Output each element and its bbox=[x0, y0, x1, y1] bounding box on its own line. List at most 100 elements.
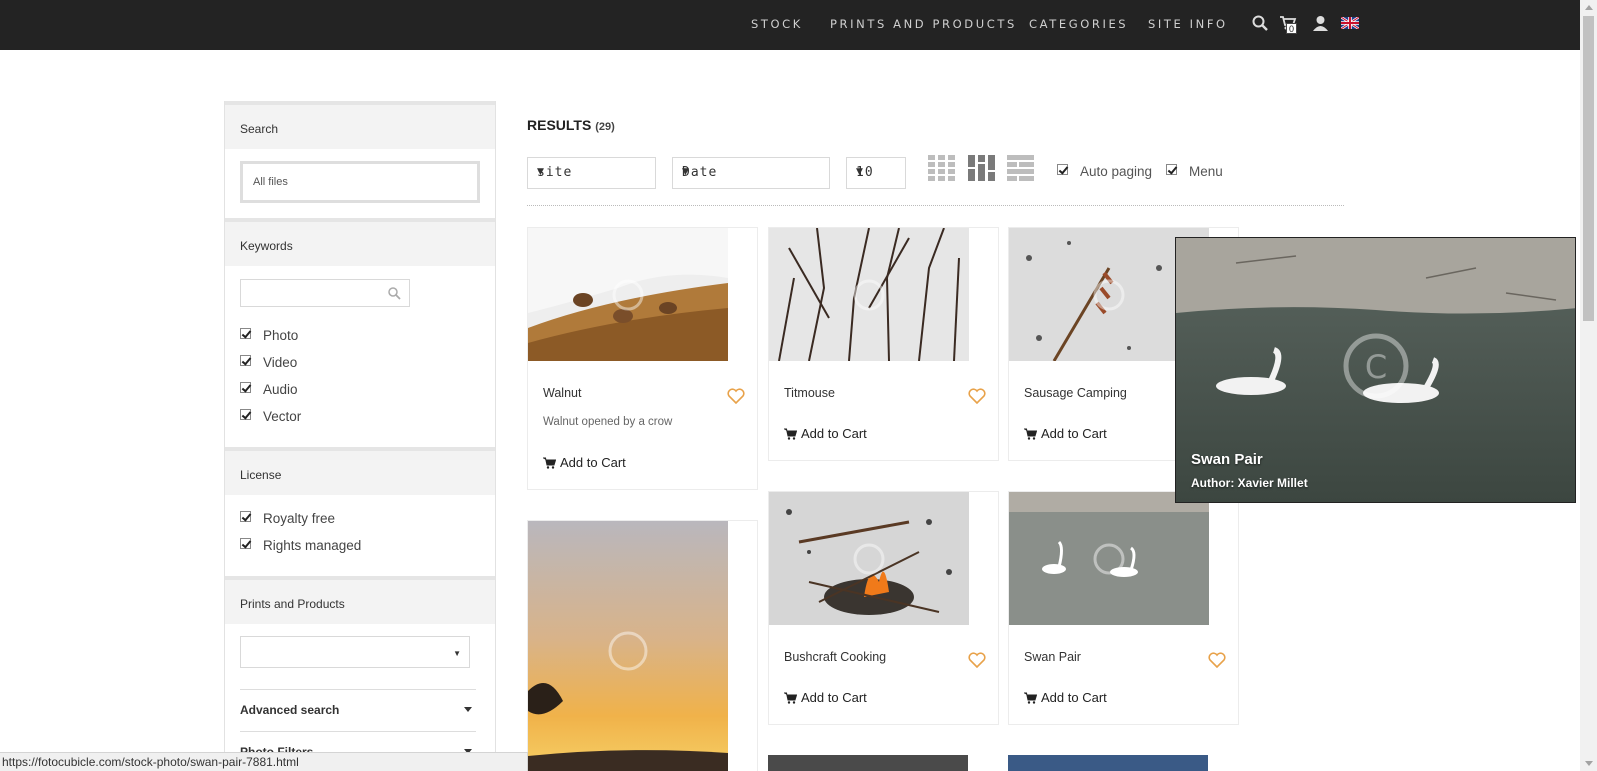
dropdown-caret-icon: ▼ bbox=[682, 167, 689, 177]
cart-icon bbox=[1024, 692, 1037, 704]
filter-royalty-free-label: Royalty free bbox=[263, 511, 336, 526]
filter-sidebar: Search Keywords Photo Video Audio Vector… bbox=[224, 101, 496, 771]
vertical-scrollbar[interactable] bbox=[1580, 0, 1597, 771]
checkbox[interactable] bbox=[240, 408, 251, 420]
photo-thumbnail-bushcraft-cooking[interactable] bbox=[769, 492, 969, 625]
auto-paging-label: Auto paging bbox=[1080, 164, 1153, 179]
nav-categories[interactable]: CATEGORIES bbox=[1029, 17, 1128, 31]
card-title[interactable]: Titmouse bbox=[784, 386, 835, 400]
card-title[interactable]: Bushcraft Cooking bbox=[784, 650, 886, 664]
result-card[interactable] bbox=[768, 755, 968, 771]
cart-icon bbox=[784, 428, 797, 440]
filter-audio[interactable]: Audio bbox=[240, 381, 298, 397]
add-to-cart-label: Add to Cart bbox=[560, 455, 626, 470]
checkbox[interactable] bbox=[240, 381, 251, 393]
result-card[interactable]: Titmouse Add to Cart bbox=[768, 227, 999, 461]
card-title[interactable]: Sausage Camping bbox=[1024, 386, 1127, 400]
photo-thumbnail-walnut[interactable] bbox=[528, 228, 728, 361]
search-input[interactable] bbox=[243, 164, 477, 200]
cart-count-badge: 0 bbox=[1286, 23, 1297, 34]
search-field[interactable] bbox=[240, 161, 480, 203]
keywords-heading: Keywords bbox=[240, 239, 293, 253]
per-page-select[interactable]: 10 ▼ bbox=[846, 157, 906, 189]
masonry-view-icon[interactable] bbox=[968, 155, 995, 186]
add-to-cart-button[interactable]: Add to Cart bbox=[543, 455, 626, 470]
search-section-header: Search bbox=[225, 101, 495, 149]
scroll-up-icon[interactable] bbox=[1585, 5, 1593, 10]
dropdown-caret-icon: ▼ bbox=[537, 167, 544, 177]
filter-video-label: Video bbox=[263, 355, 298, 370]
user-icon[interactable] bbox=[1313, 15, 1328, 36]
heart-icon[interactable] bbox=[1208, 652, 1226, 673]
photo-thumbnail-titmouse[interactable] bbox=[769, 228, 969, 361]
filter-rights-managed[interactable]: Rights managed bbox=[240, 537, 362, 553]
filter-photo[interactable]: Photo bbox=[240, 327, 298, 343]
sort-select[interactable]: Date ▼ bbox=[672, 157, 830, 189]
result-card[interactable] bbox=[527, 520, 758, 771]
scroll-down-icon[interactable] bbox=[1585, 761, 1593, 766]
add-to-cart-button[interactable]: Add to Cart bbox=[1024, 690, 1107, 705]
site-filter-select[interactable]: site ▼ bbox=[527, 157, 656, 189]
search-heading: Search bbox=[240, 122, 279, 136]
cart-icon bbox=[543, 457, 556, 469]
filter-video[interactable]: Video bbox=[240, 354, 298, 370]
filter-royalty-free[interactable]: Royalty free bbox=[240, 510, 336, 526]
dropdown-caret-icon: ▼ bbox=[453, 649, 461, 658]
filter-rights-managed-label: Rights managed bbox=[263, 538, 362, 553]
card-title[interactable]: Swan Pair bbox=[1024, 650, 1081, 664]
filter-vector[interactable]: Vector bbox=[240, 408, 302, 424]
checkbox[interactable] bbox=[240, 537, 251, 549]
checkbox[interactable] bbox=[1166, 163, 1177, 175]
status-bar-url: https://fotocubicle.com/stock-photo/swan… bbox=[0, 752, 528, 771]
heart-icon[interactable] bbox=[968, 652, 986, 673]
checkbox[interactable] bbox=[1057, 163, 1068, 175]
license-heading: License bbox=[240, 468, 282, 482]
photo-thumbnail-sunset[interactable] bbox=[528, 521, 728, 771]
nav-site-info[interactable]: SITE INFO bbox=[1148, 17, 1228, 31]
image-preview-popup: C Swan Pair Author: Xavier Millet bbox=[1175, 237, 1576, 503]
add-to-cart-label: Add to Cart bbox=[1041, 690, 1107, 705]
photo-thumbnail-swan-pair[interactable] bbox=[1009, 492, 1209, 625]
heart-icon[interactable] bbox=[968, 388, 986, 409]
result-card[interactable]: Walnut Walnut opened by a crow Add to Ca… bbox=[527, 227, 758, 490]
add-to-cart-label: Add to Cart bbox=[801, 690, 867, 705]
grid-view-icon[interactable] bbox=[928, 155, 955, 186]
keyword-input[interactable] bbox=[240, 279, 410, 307]
card-description: Walnut opened by a crow bbox=[543, 416, 673, 428]
popup-title: Swan Pair bbox=[1191, 451, 1263, 468]
svg-text:C: C bbox=[1365, 348, 1387, 386]
dropdown-caret-icon: ▼ bbox=[856, 167, 863, 177]
auto-paging-option[interactable]: Auto paging bbox=[1057, 163, 1153, 179]
menu-label: Menu bbox=[1189, 164, 1223, 179]
advanced-search-toggle[interactable]: Advanced search bbox=[240, 689, 476, 729]
add-to-cart-button[interactable]: Add to Cart bbox=[784, 426, 867, 441]
nav-stock[interactable]: STOCK bbox=[751, 17, 803, 31]
search-icon[interactable] bbox=[388, 287, 401, 305]
chevron-down-icon bbox=[464, 707, 472, 712]
checkbox[interactable] bbox=[240, 510, 251, 522]
scrollbar-thumb[interactable] bbox=[1583, 16, 1594, 321]
search-icon[interactable] bbox=[1252, 15, 1268, 36]
flag-uk-icon[interactable] bbox=[1340, 15, 1360, 34]
keywords-section-header: Keywords bbox=[225, 218, 495, 266]
result-card[interactable]: Swan Pair Add to Cart bbox=[1008, 491, 1239, 725]
result-card[interactable]: Bushcraft Cooking Add to Cart bbox=[768, 491, 999, 725]
popup-author: Author: Xavier Millet bbox=[1191, 476, 1308, 490]
menu-option[interactable]: Menu bbox=[1166, 163, 1223, 179]
prints-select[interactable]: ▼ bbox=[240, 636, 470, 668]
results-label: RESULTS bbox=[527, 117, 592, 133]
filter-vector-label: Vector bbox=[263, 409, 302, 424]
checkbox[interactable] bbox=[240, 327, 251, 339]
nav-prints-and-products[interactable]: PRINTS AND PRODUCTS bbox=[830, 17, 1017, 31]
heart-icon[interactable] bbox=[727, 388, 745, 409]
checkbox[interactable] bbox=[240, 354, 251, 366]
add-to-cart-button[interactable]: Add to Cart bbox=[784, 690, 867, 705]
add-to-cart-label: Add to Cart bbox=[801, 426, 867, 441]
filter-audio-label: Audio bbox=[263, 382, 298, 397]
card-title[interactable]: Walnut bbox=[543, 386, 581, 400]
prints-heading: Prints and Products bbox=[240, 597, 345, 611]
list-view-icon[interactable] bbox=[1007, 155, 1034, 186]
result-card[interactable] bbox=[1008, 755, 1208, 771]
results-count: (29) bbox=[595, 121, 615, 133]
add-to-cart-button[interactable]: Add to Cart bbox=[1024, 426, 1107, 441]
